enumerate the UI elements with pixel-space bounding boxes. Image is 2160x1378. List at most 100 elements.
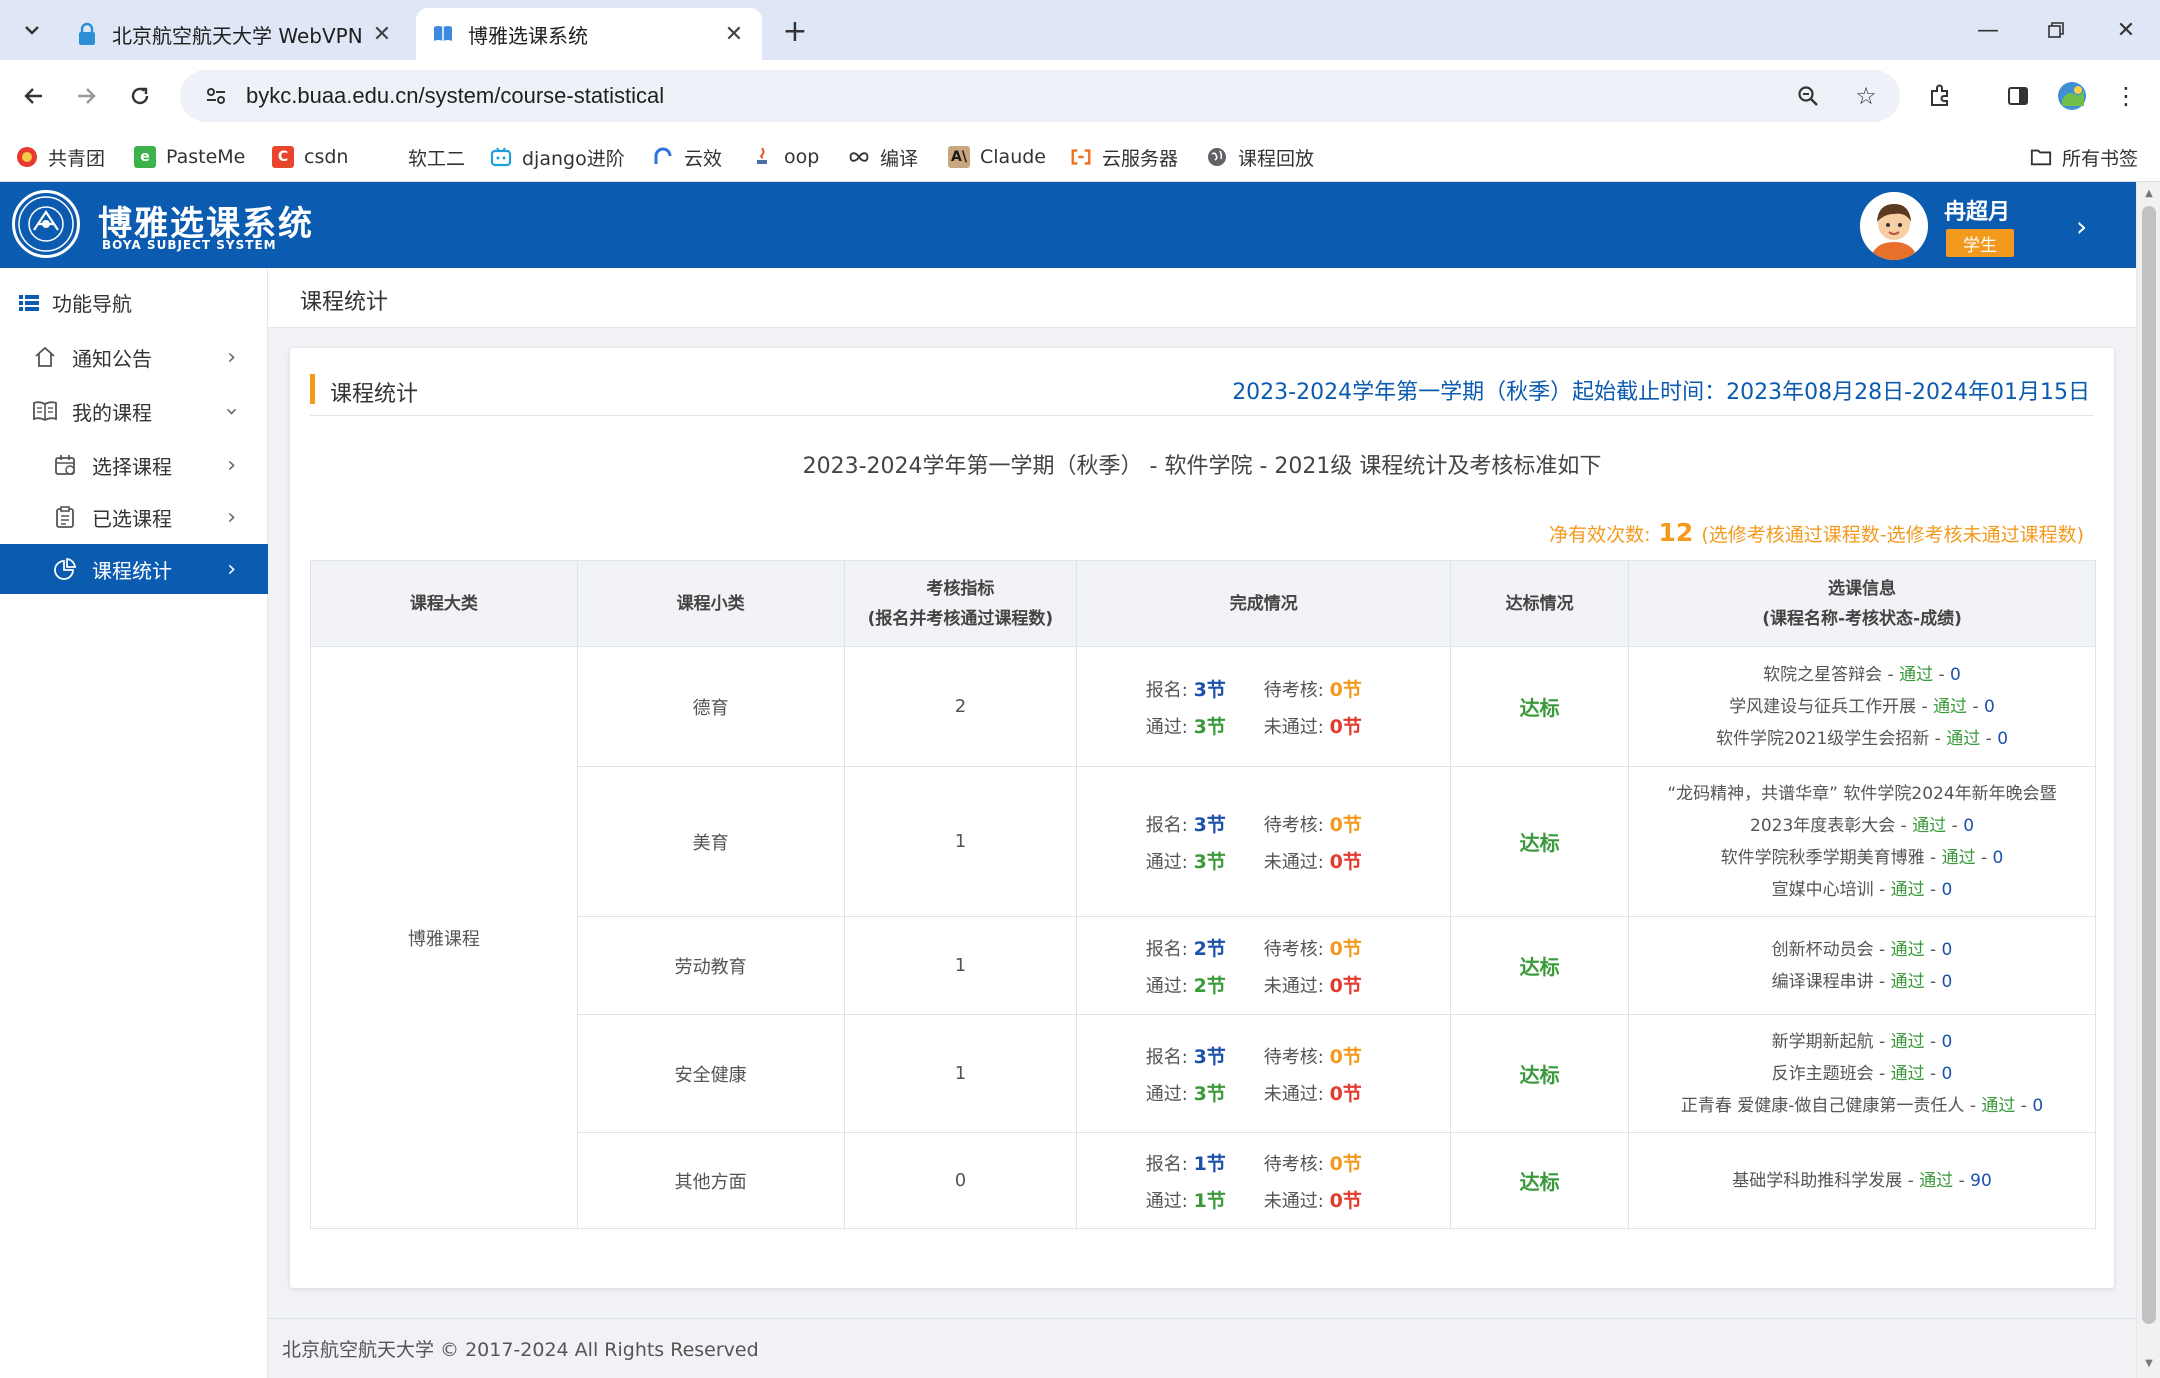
indicator-value: 1 (954, 1063, 967, 1084)
chevron-right-icon[interactable]: › (2076, 210, 2087, 243)
browser-tab-boya[interactable]: 博雅选课系统 ✕ (416, 8, 762, 60)
page-title: 课程统计 (300, 290, 389, 315)
failed-stat: 未通过: 0节 (1264, 1186, 1382, 1213)
tab-search-button[interactable] (14, 12, 50, 48)
course-score: 0 (2032, 1095, 2044, 1116)
minimize-icon[interactable]: — (1968, 10, 2008, 50)
browser-tab-webvpn[interactable]: 北京航空航天大学 WebVPN ✕ (60, 8, 410, 60)
back-arrow-icon[interactable] (14, 76, 54, 116)
profile-avatar-icon[interactable] (2050, 74, 2094, 118)
course-score: 0 (1941, 971, 1953, 992)
user-avatar[interactable] (1860, 192, 1928, 260)
course-name[interactable]: 2023年度表彰大会 (1750, 816, 1895, 836)
sidebar-item-label: 我的课程 (72, 400, 152, 425)
site-settings-icon[interactable] (202, 82, 230, 110)
sidebar-item-notices[interactable]: 通知公告 › (0, 332, 268, 382)
page-scrollbar[interactable]: ▲ ▼ (2136, 182, 2160, 1378)
new-tab-button[interactable]: + (778, 14, 812, 49)
indicator-value: 1 (954, 955, 967, 976)
course-name[interactable]: 创新杯动员会 (1772, 940, 1874, 960)
scrollbar-thumb[interactable] (2142, 206, 2156, 1324)
bookmark-claude[interactable]: A\ Claude (948, 140, 1046, 174)
bookmark-django[interactable]: django进阶 (490, 140, 625, 174)
extensions-icon[interactable] (1918, 74, 1962, 118)
completion-grid: 报名: 3节 待考核: 0节 通过: 3节 未通过: 0节 (1146, 810, 1382, 874)
sidebar-item-selected-courses[interactable]: 已选课程 › (0, 492, 268, 542)
course-name[interactable]: “龙码精神，共谱华章” 软件学院2024年新年晚会暨 (1667, 784, 2056, 804)
course-info-cell: 创新杯动员会 - 通过 - 0 编译课程串讲 - 通过 - 0 (1628, 916, 2096, 1015)
pending-label: 待考核: (1263, 814, 1324, 836)
course-info-cell: 软院之星答辩会 - 通过 - 0 学风建设与征兵工作开展 - 通过 - 0 软件学院… (1628, 646, 2096, 767)
course-score: 0 (1941, 1031, 1953, 1052)
course-name[interactable]: 学风建设与征兵工作开展 (1729, 697, 1916, 717)
sidebar-item-select-course[interactable]: 选择课程 › (0, 440, 268, 490)
bookmark-ruangong[interactable]: 软工二 (376, 140, 465, 174)
course-name[interactable]: 反诈主题班会 (1772, 1064, 1874, 1084)
browser-toolbar: bykc.buaa.edu.cn/system/course-statistic… (0, 60, 2160, 132)
statistics-subtitle: 2023-2024学年第一学期（秋季） - 软件学院 - 2021级 课程统计及… (802, 454, 1602, 479)
bookmark-label: PasteMe (166, 146, 246, 168)
close-icon[interactable]: ✕ (370, 22, 394, 47)
csdn-icon: C (272, 146, 294, 168)
net-count-formula: (选修考核通过课程数-选修考核未通过课程数) (1701, 524, 2084, 546)
bookmark-pasteme[interactable]: e PasteMe (134, 140, 245, 174)
sidebar-item-my-courses[interactable]: 我的课程 › (0, 386, 268, 436)
header-label: 完成情况 (1229, 593, 1298, 614)
address-bar[interactable]: bykc.buaa.edu.cn/system/course-statistic… (180, 70, 1900, 122)
table-row: 劳动教育 1 报名: 2节 待考核: 0节 通过: 2节 未通过: 0节 达标 创新… (311, 916, 2096, 1015)
side-panel-icon[interactable] (1996, 74, 2040, 118)
bookmark-cloud-server[interactable]: 云服务器 (1070, 140, 1178, 174)
course-info-line: 新学期新起航 - 通过 - 0 (1771, 1031, 1953, 1052)
failed-label: 未通过: (1263, 975, 1324, 997)
table-body: 博雅课程 德育 2 报名: 3节 待考核: 0节 通过: 3节 未通过: 0节 达标… (310, 646, 2096, 1229)
chevron-down-icon: › (219, 406, 245, 416)
browser-menu-icon[interactable]: ⋮ (2104, 74, 2148, 118)
close-window-icon[interactable]: ✕ (2106, 10, 2146, 50)
passed-label: 通过: (1145, 1190, 1188, 1212)
reload-icon[interactable] (120, 76, 160, 116)
bookmark-label: 共青团 (48, 147, 106, 170)
course-name[interactable]: 软院之星答辩会 (1763, 665, 1882, 685)
completion-cell: 报名: 3节 待考核: 0节 通过: 3节 未通过: 0节 (1076, 766, 1452, 917)
course-state: 通过 (1890, 1031, 1925, 1052)
close-icon[interactable]: ✕ (722, 22, 746, 47)
subcategory-label: 安全健康 (674, 1064, 747, 1086)
subcategory-cell: 劳动教育 (576, 916, 845, 1015)
course-name[interactable]: 软件学院2021级学生会招新 (1716, 729, 1929, 749)
course-name[interactable]: 编译课程串讲 (1772, 972, 1874, 992)
course-score: 0 (1941, 939, 1953, 960)
course-name[interactable]: 正青春 爱健康-做自己健康第一责任人 (1681, 1096, 1965, 1116)
bookmark-yunxiao[interactable]: 云效 (652, 140, 722, 174)
course-name[interactable]: 新学期新起航 (1772, 1032, 1874, 1052)
course-info-line: 软院之星答辩会 - 通过 - 0 (1763, 664, 1961, 685)
restore-icon[interactable] (2036, 10, 2076, 50)
bookmark-csdn[interactable]: C csdn (272, 140, 348, 174)
course-info-cell: “龙码精神，共谱华章” 软件学院2024年新年晚会暨 2023年度表彰大会 - 通… (1628, 766, 2096, 917)
course-name[interactable]: 基础学科助推科学发展 (1732, 1171, 1902, 1191)
header-status: 达标情况 (1450, 560, 1630, 647)
course-name[interactable]: 宣媒中心培训 (1772, 880, 1874, 900)
pending-stat: 待考核: 0节 (1264, 1149, 1382, 1176)
zoom-icon[interactable] (1790, 78, 1826, 114)
bookmark-compile[interactable]: 编译 (848, 140, 918, 174)
net-count-value: 12 (1658, 518, 1694, 547)
bookmark-star-icon[interactable]: ☆ (1848, 78, 1884, 114)
course-name[interactable]: 软件学院秋季学期美育博雅 (1721, 848, 1925, 868)
scroll-down-arrow-icon[interactable]: ▼ (2143, 1358, 2155, 1370)
sidebar-title-label: 功能导航 (52, 292, 132, 316)
forward-arrow-icon[interactable] (66, 76, 106, 116)
bookmark-label: 课程回放 (1238, 147, 1315, 170)
bookmark-label: django进阶 (522, 147, 625, 170)
enrolled-value: 2节 (1193, 937, 1226, 960)
sidebar-item-course-statistics[interactable]: 课程统计 › (0, 544, 268, 594)
all-bookmarks-button[interactable]: 所有书签 (2030, 140, 2138, 174)
card-header: 课程统计 2023-2024学年第一学期（秋季）起始截止时间：2023年08月2… (310, 372, 2094, 416)
bookmark-oop[interactable]: oop (752, 140, 819, 174)
header-course-info: 选课信息 (课程名称-考核状态-成绩) (1628, 560, 2096, 647)
bookmark-course-replay[interactable]: 课程回放 (1206, 140, 1314, 174)
course-info-line: 正青春 爱健康-做自己健康第一责任人 - 通过 - 0 (1680, 1095, 2044, 1116)
passed-stat: 通过: 2节 (1146, 971, 1264, 998)
bookmark-youth-league[interactable]: 共青团 (16, 140, 105, 174)
course-info-line: 创新杯动员会 - 通过 - 0 (1771, 939, 1953, 960)
scroll-up-arrow-icon[interactable]: ▲ (2143, 188, 2155, 200)
